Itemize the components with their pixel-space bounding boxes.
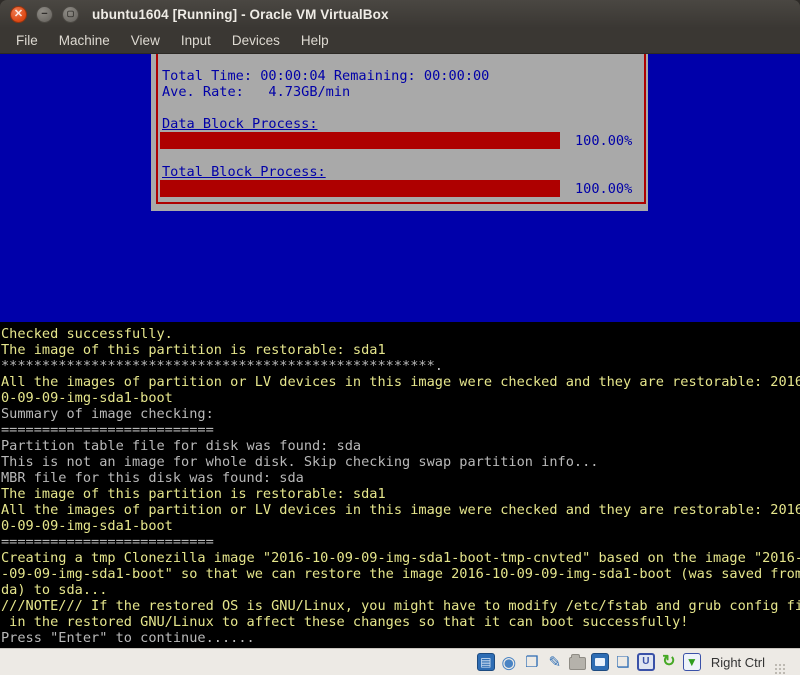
total-time-text: Total Time: 00:00:04 Remaining: 00:00:00	[162, 68, 489, 84]
pen-drag-drop-icon[interactable]: ✎	[546, 653, 564, 671]
optical-disc-icon[interactable]: ◉	[500, 653, 518, 671]
mouse-integration-icon[interactable]: ↻	[660, 653, 678, 671]
terminal-line: All the images of partition or LV device…	[1, 502, 800, 518]
menu-item[interactable]: File	[13, 31, 41, 50]
status-icons: ▤ ◉ ❐ ✎ ❏ U ↻ ▼	[477, 653, 701, 671]
total-block-progress-fill	[160, 180, 560, 197]
menu-item[interactable]: Machine	[56, 31, 113, 50]
status-bar: ▤ ◉ ❐ ✎ ❏ U ↻ ▼ Right Ctrl	[0, 648, 800, 675]
terminal-line: Partition table file for disk was found:…	[1, 438, 800, 454]
terminal-line: The image of this partition is restorabl…	[1, 342, 800, 358]
host-key-label: Right Ctrl	[711, 655, 765, 670]
terminal-line: 0-09-09-img-sda1-boot	[1, 518, 800, 534]
terminal-line: Press "Enter" to continue......	[1, 630, 800, 646]
terminal-line: Checked successfully.	[1, 326, 800, 342]
total-block-percent: 100.00%	[575, 181, 632, 197]
multiple-screens-icon[interactable]: ❏	[614, 653, 632, 671]
terminal-line: ****************************************…	[1, 358, 800, 374]
menu-item[interactable]: Devices	[229, 31, 283, 50]
auto-resize-icon[interactable]: ▼	[683, 653, 701, 671]
terminal-line: Creating a tmp Clonezilla image "2016-10…	[1, 550, 800, 566]
terminal-line: The image of this partition is restorabl…	[1, 486, 800, 502]
total-block-progressbar	[160, 180, 560, 197]
titlebar[interactable]: ✕ − ▢ ubuntu1604 [Running] - Oracle VM V…	[0, 0, 800, 28]
data-block-progressbar	[160, 132, 560, 149]
usb-devices-icon[interactable]: U	[637, 653, 655, 671]
close-button[interactable]: ✕	[10, 6, 27, 23]
hard-disk-icon[interactable]: ▤	[477, 653, 495, 671]
resize-grip[interactable]	[774, 663, 786, 675]
terminal-output[interactable]: Checked successfully. The image of this …	[0, 322, 800, 648]
guest-display[interactable]: Total Time: 00:00:04 Remaining: 00:00:00…	[0, 54, 800, 322]
maximize-button[interactable]: ▢	[62, 6, 79, 23]
display-icon[interactable]	[591, 653, 609, 671]
window-title: ubuntu1604 [Running] - Oracle VM Virtual…	[92, 7, 389, 22]
terminal-line: MBR file for this disk was found: sda	[1, 470, 800, 486]
minimize-button[interactable]: −	[36, 6, 53, 23]
shared-folders-icon[interactable]	[569, 657, 586, 670]
terminal-line: -09-09-img-sda1-boot" so that we can res…	[1, 566, 800, 582]
virtualbox-window: ✕ − ▢ ubuntu1604 [Running] - Oracle VM V…	[0, 0, 800, 675]
data-block-percent: 100.00%	[575, 133, 632, 149]
terminal-line: All the images of partition or LV device…	[1, 374, 800, 390]
menu-item[interactable]: View	[128, 31, 163, 50]
terminal-line: Summary of image checking:	[1, 406, 800, 422]
terminal-line: ==========================	[1, 422, 800, 438]
data-block-progress-fill	[160, 132, 560, 149]
ave-rate-text: Ave. Rate: 4.73GB/min	[162, 84, 350, 100]
terminal-line: da) to sda...	[1, 582, 800, 598]
menu-bar: File Machine View Input Devices Help	[0, 28, 800, 54]
total-block-label: Total Block Process:	[162, 164, 326, 180]
terminal-line: ==========================	[1, 534, 800, 550]
window-controls: ✕ − ▢	[10, 6, 79, 23]
terminal-line: in the restored GNU/Linux to affect thes…	[1, 614, 800, 630]
data-block-label: Data Block Process:	[162, 116, 318, 132]
menu-item[interactable]: Input	[178, 31, 214, 50]
terminal-line: This is not an image for whole disk. Ski…	[1, 454, 800, 470]
menu-item[interactable]: Help	[298, 31, 332, 50]
clonezilla-progress-dialog: Total Time: 00:00:04 Remaining: 00:00:00…	[151, 54, 648, 211]
terminal-line: 0-09-09-img-sda1-boot	[1, 390, 800, 406]
network-adapters-icon[interactable]: ❐	[523, 653, 541, 671]
terminal-line: ///NOTE/// If the restored OS is GNU/Lin…	[1, 598, 800, 614]
